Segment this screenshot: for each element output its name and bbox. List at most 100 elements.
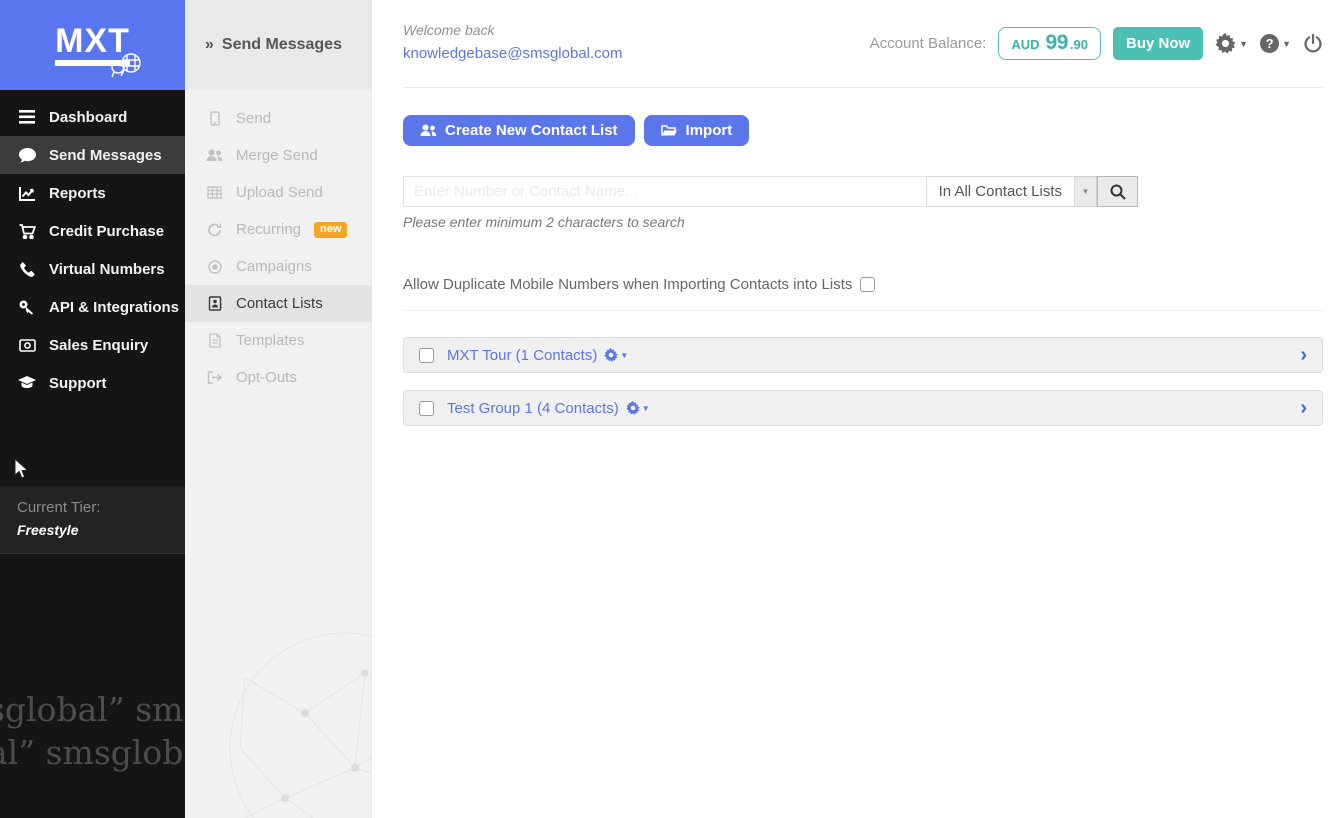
mobile-icon — [206, 111, 223, 126]
row-actions-menu[interactable]: ▼ — [626, 401, 650, 415]
contact-search-bar: In All Contact Lists ▼ — [403, 176, 1138, 207]
filter-caret-button[interactable]: ▼ — [1075, 176, 1097, 207]
folder-open-icon — [660, 124, 678, 137]
file-icon — [206, 333, 223, 348]
sign-out-icon — [206, 371, 223, 384]
sidebar-item-label: Credit Purchase — [49, 222, 165, 240]
mxt-logo[interactable]: MXT — [0, 0, 185, 90]
sub-item-recurring[interactable]: Recurring new — [185, 211, 371, 248]
search-button[interactable] — [1097, 176, 1138, 207]
sub-item-opt-outs[interactable]: Opt-Outs — [185, 359, 371, 396]
allow-duplicates-row: Allow Duplicate Mobile Numbers when Impo… — [403, 276, 1323, 293]
sub-item-label: Opt-Outs — [236, 369, 297, 386]
phone-icon — [17, 261, 37, 277]
chevron-down-icon: ▼ — [620, 350, 629, 360]
globe-wireframe-decoration — [215, 618, 371, 818]
contact-list-link[interactable]: MXT Tour (1 Contacts) — [447, 347, 597, 364]
contact-list-row: MXT Tour (1 Contacts) ▼ › — [403, 337, 1323, 373]
users-icon — [206, 149, 223, 162]
tier-label: Current Tier: — [17, 499, 101, 516]
balance-label: Account Balance: — [869, 35, 987, 52]
allow-duplicates-checkbox[interactable] — [860, 277, 876, 292]
help-menu[interactable]: ? ▼ — [1260, 34, 1291, 53]
contact-list-row: Test Group 1 (4 Contacts) ▼ › — [403, 390, 1323, 426]
sidebar-item-label: Sales Enquiry — [49, 336, 149, 354]
new-badge: new — [314, 221, 348, 238]
sub-sidebar: » Send Messages Send Merge Send Upload S… — [185, 0, 372, 818]
section-divider — [403, 310, 1323, 311]
logout-button[interactable] — [1303, 33, 1323, 54]
sidebar-item-send-messages[interactable]: Send Messages — [0, 136, 185, 174]
chevron-down-icon: ▼ — [1239, 38, 1249, 49]
gear-icon — [604, 348, 618, 362]
account-area: Account Balance: AUD 99 .90 Buy Now ▼ ? … — [870, 22, 1323, 60]
cart-icon — [17, 223, 37, 239]
search-icon — [1110, 184, 1126, 200]
expand-chevron[interactable]: › — [1300, 398, 1307, 418]
chevron-down-icon: ▼ — [1282, 38, 1291, 49]
current-tier-panel: Current Tier: Freestyle — [0, 486, 185, 554]
chevron-down-icon: ▼ — [1081, 187, 1090, 196]
import-button[interactable]: Import — [643, 115, 750, 146]
sidebar-item-label: Send Messages — [49, 146, 162, 164]
table-icon — [206, 186, 223, 199]
allow-duplicates-label: Allow Duplicate Mobile Numbers when Impo… — [403, 276, 853, 293]
sidebar-item-support[interactable]: Support — [0, 364, 185, 402]
money-icon — [17, 338, 37, 352]
contact-lists: MXT Tour (1 Contacts) ▼ › Test Group 1 (… — [403, 337, 1323, 426]
sub-item-label: Campaigns — [236, 258, 312, 275]
address-book-icon — [206, 296, 223, 311]
row-checkbox[interactable] — [419, 347, 434, 363]
sub-item-contact-lists[interactable]: Contact Lists — [185, 285, 371, 322]
create-contact-list-button[interactable]: Create New Contact List — [403, 115, 635, 146]
refresh-icon — [206, 223, 223, 237]
sub-item-label: Upload Send — [236, 184, 323, 201]
sidebar-item-dashboard[interactable]: Dashboard — [0, 98, 185, 136]
search-hint: Please enter minimum 2 characters to sea… — [403, 214, 685, 230]
sub-item-label: Recurring — [236, 221, 302, 238]
bars-icon — [17, 110, 37, 124]
gear-icon — [626, 401, 640, 415]
sub-item-campaigns[interactable]: Campaigns — [185, 248, 371, 285]
chart-line-icon — [17, 186, 37, 201]
power-icon — [1303, 33, 1323, 54]
bullseye-icon — [206, 259, 223, 274]
main-sidebar: MXT Dashboard Send Messages Reports Cred… — [0, 0, 185, 818]
sub-sidebar-title: » Send Messages — [185, 0, 371, 90]
graduation-cap-icon — [17, 376, 37, 390]
buy-now-button[interactable]: Buy Now — [1112, 27, 1204, 60]
sub-item-merge-send[interactable]: Merge Send — [185, 137, 371, 174]
sidebar-item-label: API & Integrations — [49, 298, 180, 316]
sidebar-item-credit-purchase[interactable]: Credit Purchase — [0, 212, 185, 250]
search-input[interactable] — [403, 176, 926, 207]
action-buttons: Create New Contact List Import — [403, 115, 1323, 146]
mouse-cursor-icon — [14, 458, 31, 480]
sub-item-send[interactable]: Send — [185, 100, 371, 137]
balance-amount: AUD 99 .90 — [998, 27, 1101, 60]
comment-icon — [17, 147, 37, 163]
sidebar-item-sales-enquiry[interactable]: Sales Enquiry — [0, 326, 185, 364]
expand-chevron[interactable]: › — [1300, 345, 1307, 365]
settings-menu[interactable]: ▼ — [1215, 33, 1248, 54]
sidebar-item-virtual-numbers[interactable]: Virtual Numbers — [0, 250, 185, 288]
contact-list-filter-select[interactable]: In All Contact Lists — [925, 176, 1075, 207]
sub-item-label: Send — [236, 110, 272, 127]
sidebar-item-api-integrations[interactable]: API & Integrations — [0, 288, 185, 326]
row-actions-menu[interactable]: ▼ — [604, 348, 628, 362]
contact-list-link[interactable]: Test Group 1 (4 Contacts) — [447, 400, 619, 417]
sidebar-nav: Dashboard Send Messages Reports Credit P… — [0, 90, 185, 402]
main-content: Welcome back knowledgebase@smsglobal.com… — [372, 0, 1338, 818]
gear-icon — [1215, 33, 1236, 54]
sub-sidebar-nav: Send Merge Send Upload Send Recurring ne… — [185, 90, 371, 396]
row-checkbox[interactable] — [419, 400, 434, 416]
double-chevron-icon: » — [205, 36, 214, 53]
users-icon — [420, 124, 437, 137]
logo-bubbles-icon — [110, 52, 144, 78]
sidebar-item-reports[interactable]: Reports — [0, 174, 185, 212]
welcome-block: Welcome back knowledgebase@smsglobal.com — [403, 22, 623, 62]
key-icon — [17, 300, 37, 315]
account-email-link[interactable]: knowledgebase@smsglobal.com — [403, 45, 623, 62]
sub-item-label: Merge Send — [236, 147, 318, 164]
sub-item-upload-send[interactable]: Upload Send — [185, 174, 371, 211]
sub-item-templates[interactable]: Templates — [185, 322, 371, 359]
